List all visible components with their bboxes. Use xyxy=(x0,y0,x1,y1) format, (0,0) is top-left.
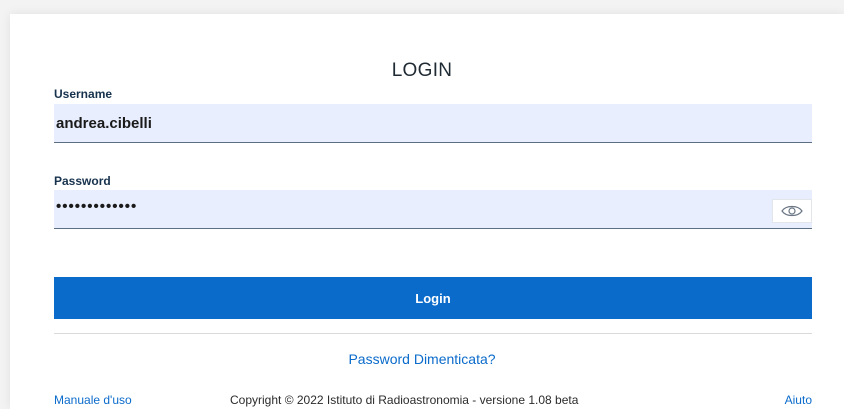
show-password-button[interactable] xyxy=(772,199,812,223)
username-field[interactable]: andrea.cibelli xyxy=(54,104,812,143)
username-value: andrea.cibelli xyxy=(56,115,152,132)
divider xyxy=(54,333,812,334)
help-link[interactable]: Aiuto xyxy=(785,393,812,407)
password-value: ••••••••••••• xyxy=(56,198,138,215)
password-field[interactable]: ••••••••••••• xyxy=(54,190,812,229)
forgot-password-link[interactable]: Password Dimenticata? xyxy=(0,351,844,367)
page-title: LOGIN xyxy=(391,60,453,81)
copyright-text: Copyright © 2022 Istituto di Radioastron… xyxy=(230,393,579,407)
login-button[interactable]: Login xyxy=(54,277,812,319)
password-label: Password xyxy=(54,174,111,188)
eye-icon xyxy=(781,205,803,217)
manual-link[interactable]: Manuale d'uso xyxy=(54,393,132,407)
username-label: Username xyxy=(54,87,113,101)
